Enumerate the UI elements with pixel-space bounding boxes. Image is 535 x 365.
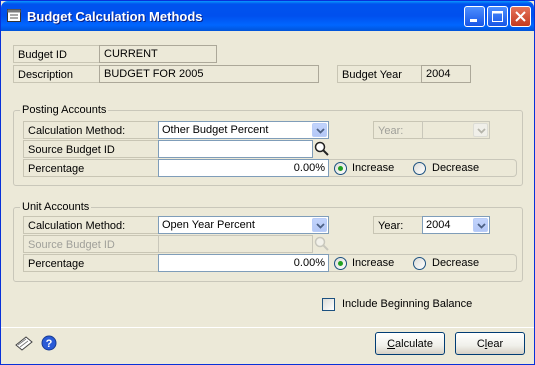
posting-percentage-label: Percentage (23, 159, 159, 177)
close-icon (515, 11, 526, 22)
posting-calc-method-select[interactable]: Other Budget Percent (158, 121, 329, 139)
unit-calc-method-value: Open Year Percent (162, 219, 255, 231)
unit-source-budget-label: Source Budget ID (23, 235, 159, 253)
maximize-button[interactable] (487, 6, 508, 27)
posting-calc-method-value: Other Budget Percent (162, 124, 269, 136)
help-icon[interactable]: ? (41, 335, 57, 351)
unit-year-select[interactable]: 2004 (422, 216, 490, 234)
svg-text:?: ? (46, 338, 53, 350)
posting-source-budget-label: Source Budget ID (23, 140, 159, 158)
posting-decrease-radio[interactable] (413, 162, 426, 175)
unit-percentage-label: Percentage (23, 254, 159, 272)
posting-percentage-input[interactable]: 0.00% (158, 159, 329, 177)
posting-year-select[interactable] (422, 121, 490, 139)
budget-id-label: Budget ID (13, 45, 99, 63)
minimize-button[interactable] (464, 6, 485, 27)
unit-increase-radio[interactable] (334, 257, 347, 270)
budget-calculation-methods-window: Budget Calculation Methods Budget ID CUR… (0, 0, 535, 365)
clear-label-post: ear (487, 338, 504, 350)
include-beginning-balance-label: Include Beginning Balance (342, 298, 473, 310)
clear-label-pre: C (476, 338, 485, 350)
chevron-down-icon[interactable] (473, 123, 488, 137)
chevron-down-icon[interactable] (312, 123, 327, 137)
minimize-icon (470, 19, 477, 22)
title-bar[interactable]: Budget Calculation Methods (1, 1, 534, 31)
posting-increase-label: Increase (352, 162, 395, 174)
window-title: Budget Calculation Methods (27, 9, 203, 24)
posting-decrease-label: Decrease (432, 162, 480, 174)
unit-calc-method-label: Calculation Method: (23, 216, 159, 234)
unit-decrease-label: Decrease (432, 257, 480, 269)
calculate-button[interactable]: Calculate (375, 332, 445, 355)
description-label: Description (13, 65, 99, 83)
budget-id-value: CURRENT (99, 45, 217, 63)
note-icon[interactable] (14, 335, 34, 351)
posting-accounts-label: Posting Accounts (20, 104, 109, 117)
unit-percentage-input[interactable]: 0.00% (158, 254, 329, 272)
close-button[interactable] (510, 6, 531, 27)
maximize-icon (492, 11, 503, 22)
unit-year-label: Year: (373, 216, 423, 234)
budget-window-icon (7, 9, 21, 22)
unit-accounts-label: Unit Accounts (20, 201, 92, 214)
footer-separator (1, 327, 534, 328)
calculate-label-accel: C (387, 338, 396, 350)
description-value: BUDGET FOR 2005 (99, 65, 319, 83)
unit-decrease-radio[interactable] (413, 257, 426, 270)
posting-increase-radio[interactable] (334, 162, 347, 175)
calculate-label-post: alculate (395, 338, 433, 350)
posting-calc-method-label: Calculation Method: (23, 121, 159, 139)
budget-year-value: 2004 (421, 65, 471, 83)
lookup-magnifier-icon-disabled (314, 236, 329, 251)
unit-calc-method-select[interactable]: Open Year Percent (158, 216, 329, 234)
include-beginning-balance-checkbox[interactable] (322, 298, 335, 311)
budget-year-label: Budget Year (337, 65, 421, 83)
lookup-magnifier-icon[interactable] (313, 140, 330, 157)
posting-source-budget-input[interactable] (158, 140, 313, 158)
chevron-down-icon[interactable] (473, 218, 488, 232)
unit-year-value: 2004 (426, 219, 451, 231)
posting-year-label: Year: (373, 121, 423, 139)
unit-source-budget-input[interactable] (158, 235, 313, 253)
clear-button[interactable]: Clear (455, 332, 525, 355)
unit-increase-label: Increase (352, 257, 395, 269)
chevron-down-icon[interactable] (312, 218, 327, 232)
